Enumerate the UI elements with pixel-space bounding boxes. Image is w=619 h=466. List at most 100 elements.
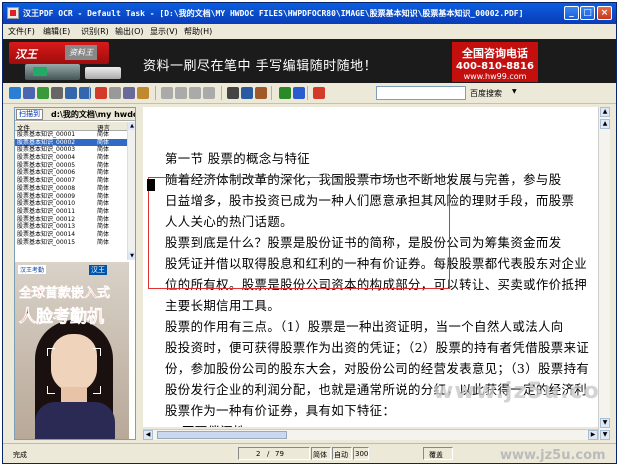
- face-frame-corner: [47, 386, 55, 394]
- file-list-row[interactable]: 股票基本知识_00003 简体: [15, 146, 129, 154]
- back-icon[interactable]: [279, 87, 291, 99]
- file-list-scrollbar[interactable]: ▲ ▼: [127, 122, 135, 260]
- path-bar: 扫描到 d:\我的文档\my hwdoc: [15, 108, 135, 121]
- page-indicator-cell: [238, 447, 310, 460]
- scan-icon[interactable]: [51, 87, 63, 99]
- colors-icon[interactable]: [313, 87, 325, 99]
- file-list-row[interactable]: 股票基本知识_00001 简体: [15, 131, 129, 139]
- toolbar: 百度搜索 ▼: [3, 83, 616, 104]
- menu-help[interactable]: 帮助(H): [184, 26, 212, 37]
- menu-edit[interactable]: 编辑(E): [43, 26, 70, 37]
- pen-icon[interactable]: [255, 87, 267, 99]
- select-icon[interactable]: [241, 87, 253, 99]
- zoom-in-icon[interactable]: [65, 87, 77, 99]
- chevron-down-icon[interactable]: ▼: [512, 88, 517, 95]
- file-language: 简体: [97, 200, 110, 208]
- scroll-down-icon[interactable]: ▼: [128, 252, 135, 260]
- file-language: 简体: [97, 223, 110, 231]
- app-logo-icon: [7, 7, 19, 19]
- scroll-down-icon[interactable]: ▼: [600, 418, 610, 428]
- file-list-row[interactable]: 股票基本知识_00008 简体: [15, 185, 129, 193]
- hotline-phone: 400-810-8816: [456, 61, 534, 72]
- tab-scan-to[interactable]: 扫描到: [16, 109, 43, 120]
- tool-icon[interactable]: [203, 87, 215, 99]
- ad-banner[interactable]: 汉王 资料王 资料一刷尽在笔中 手写编辑随时随地！ 全国咨询电话 400-810…: [3, 39, 616, 83]
- file-language: 简体: [97, 146, 110, 154]
- face-frame-corner: [47, 348, 55, 356]
- open-icon[interactable]: [9, 87, 21, 99]
- language-indicator: 简体: [313, 451, 327, 459]
- menu-view[interactable]: 显示(V): [150, 26, 178, 37]
- face-frame-corner: [93, 348, 101, 356]
- file-list-row[interactable]: 股票基本知识_00013 简体: [15, 223, 129, 231]
- erase-icon[interactable]: [109, 87, 121, 99]
- file-name: 股票基本知识_00001: [17, 131, 76, 138]
- side-ad-image[interactable]: 汉王考勤 汉王 全球首款嵌入式 人脸考勤机: [15, 262, 129, 439]
- file-name: 股票基本知识_00008: [17, 184, 76, 192]
- file-list-row[interactable]: 股票基本知识_00007 简体: [15, 177, 129, 185]
- file-language: 简体: [97, 184, 110, 192]
- close-button[interactable]: ×: [597, 6, 612, 20]
- recognize-icon[interactable]: [95, 87, 107, 99]
- page-separator: /: [267, 450, 270, 458]
- hotline-box[interactable]: 全国咨询电话 400-810-8816 www.hw99.com: [452, 42, 538, 82]
- pointer-icon[interactable]: [227, 87, 239, 99]
- frame-icon[interactable]: [189, 87, 201, 99]
- copy-icon[interactable]: [123, 87, 135, 99]
- document-vertical-scrollbar[interactable]: ▲ ▲ ▼ ▼: [598, 107, 610, 440]
- folder-path[interactable]: d:\我的文档\my hwdoc: [51, 109, 135, 120]
- scroll-up-icon[interactable]: ▲: [128, 122, 135, 130]
- document-line: 1. 不可偿还性: [165, 422, 246, 427]
- file-name: 股票基本知识_00006: [17, 169, 76, 177]
- scroll-left-icon[interactable]: ◀: [143, 430, 153, 440]
- recognition-region[interactable]: [148, 177, 450, 289]
- file-list-row[interactable]: 股票基本知识_00006 简体: [15, 169, 129, 177]
- file-language: 简体: [97, 169, 110, 177]
- file-language: 简体: [97, 207, 110, 215]
- pen-image: [85, 67, 121, 79]
- file-name: 股票基本知识_00007: [17, 177, 76, 185]
- brand-sub-logo: 资料王: [65, 45, 97, 60]
- scroll-thumb[interactable]: [157, 431, 287, 439]
- current-page: 2: [256, 450, 261, 458]
- file-list-row[interactable]: 股票基本知识_00011 简体: [15, 208, 129, 216]
- window-title: 汉王PDF OCR - Default Task - [D:\我的文档\MY H…: [23, 9, 524, 18]
- file-name: 股票基本知识_00011: [17, 207, 76, 215]
- search-engine-label[interactable]: 百度搜索: [470, 88, 502, 99]
- forward-icon[interactable]: [293, 87, 305, 99]
- menu-output[interactable]: 输出(O): [115, 26, 144, 37]
- document-horizontal-scrollbar[interactable]: ◀ ▶: [143, 429, 598, 440]
- grid-icon[interactable]: [161, 87, 173, 99]
- minimize-button[interactable]: _: [564, 6, 579, 20]
- save-icon[interactable]: [23, 87, 35, 99]
- file-name: 股票基本知识_00014: [17, 230, 76, 238]
- ad-brand-logo-2: 汉王: [89, 265, 107, 275]
- menu-recognize[interactable]: 识别(R): [81, 26, 109, 37]
- document-line: 股投资时，便可获得股票作为出资的凭证；（2）股票的持有者凭借股票来证: [165, 340, 590, 355]
- table-icon[interactable]: [175, 87, 187, 99]
- ad-photo-clothes: [35, 402, 115, 439]
- ad-brand-logo: 汉王考勤: [18, 265, 47, 274]
- scroll-up-icon[interactable]: ▲: [600, 107, 610, 117]
- paste-icon[interactable]: [137, 87, 149, 99]
- maximize-button[interactable]: □: [580, 6, 595, 20]
- file-list-row[interactable]: 股票基本知识_00014 简体: [15, 231, 129, 239]
- scroll-down-icon[interactable]: ▼: [600, 430, 610, 440]
- menu-bar: 文件(F) 编辑(E) 识别(R) 输出(O) 显示(V) 帮助(H): [3, 24, 616, 39]
- document-line: 主要长期信用工具。: [165, 298, 281, 313]
- dpi-indicator: 300: [355, 450, 369, 458]
- scroll-right-icon[interactable]: ▶: [588, 430, 598, 440]
- title-bar[interactable]: 汉王PDF OCR - Default Task - [D:\我的文档\MY H…: [3, 3, 616, 24]
- document-view[interactable]: 第一节 股票的概念与特征 随着经济体制改革的深化，我国股票市场也不断地发展与完善…: [143, 107, 598, 427]
- scroll-up-icon[interactable]: ▲: [600, 119, 610, 129]
- file-list-row[interactable]: 股票基本知识_00010 简体: [15, 200, 129, 208]
- ad-photo-face: [51, 334, 97, 392]
- file-panel: 扫描到 d:\我的文档\my hwdoc 文件 语言 股票基本知识_00001 简…: [14, 107, 136, 440]
- total-pages: 79: [275, 450, 284, 458]
- file-list-row[interactable]: 股票基本知识_00004 简体: [15, 154, 129, 162]
- import-icon[interactable]: [37, 87, 49, 99]
- menu-file[interactable]: 文件(F): [8, 26, 35, 37]
- banner-slogan: 资料一刷尽在笔中 手写编辑随时随地！: [143, 59, 378, 74]
- search-input[interactable]: [376, 86, 466, 100]
- file-list-row[interactable]: 股票基本知识_00015 简体: [15, 239, 129, 247]
